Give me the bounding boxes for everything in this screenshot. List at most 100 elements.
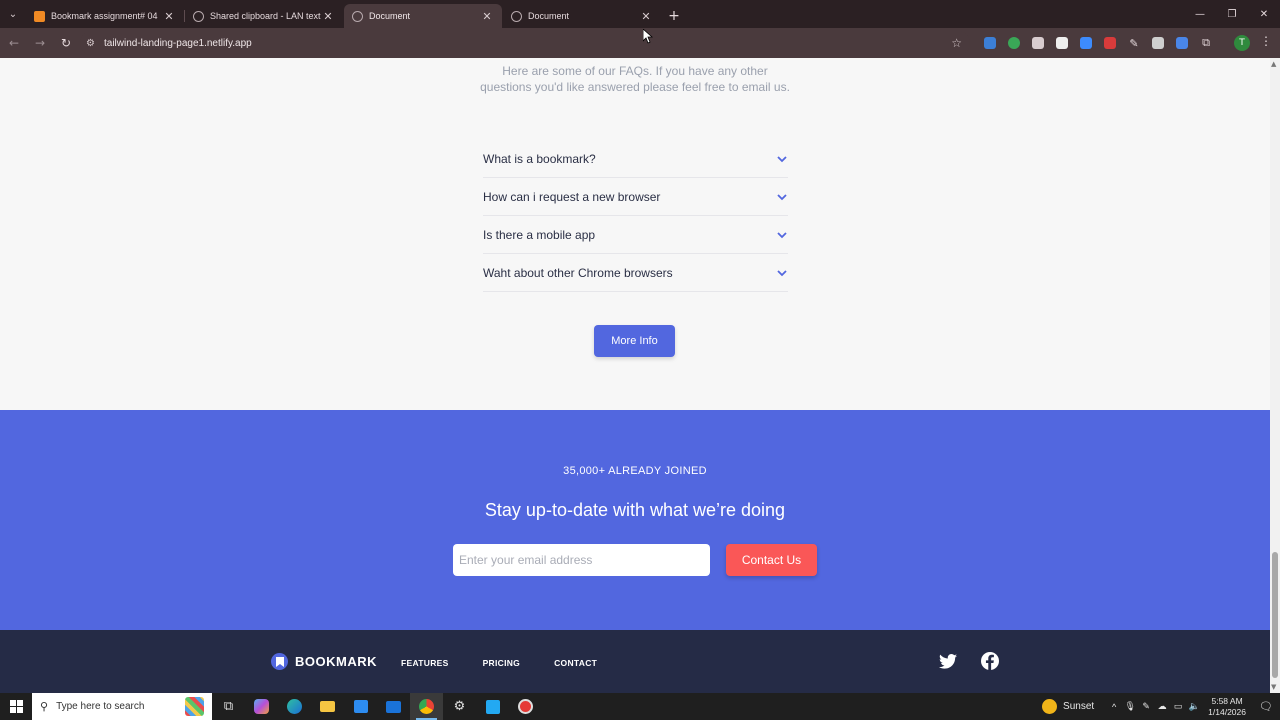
tab-title: Document — [369, 11, 411, 21]
facebook-icon[interactable] — [981, 652, 999, 670]
joined-count-text: 35,000+ ALREADY JOINED — [563, 465, 707, 477]
footer-link-contact[interactable]: CONTACT — [554, 658, 597, 668]
taskbar-search-placeholder: Type here to search — [56, 701, 145, 712]
url-text[interactable]: tailwind-landing-page1.netlify.app — [104, 38, 252, 49]
scroll-up-icon[interactable]: ▲ — [1271, 60, 1276, 68]
minimize-button[interactable]: — — [1184, 0, 1216, 28]
chevron-down-icon[interactable] — [776, 229, 788, 241]
extension-camera-icon[interactable] — [1146, 33, 1170, 53]
extension-book-icon[interactable] — [1170, 33, 1194, 53]
contact-us-button[interactable]: Contact Us — [726, 544, 817, 576]
notification-icon[interactable]: 🗨 — [1256, 700, 1276, 713]
chevron-up-icon[interactable]: ^ — [1106, 702, 1122, 712]
extension-shield-icon[interactable] — [978, 33, 1002, 53]
footer-brand[interactable]: BOOKMARK — [271, 653, 377, 670]
globe-icon — [511, 10, 522, 22]
reload-button[interactable]: ↻ — [54, 31, 78, 55]
faq-question: What is a bookmark? — [483, 151, 596, 166]
faq-question: How can i request a new browser — [483, 189, 661, 204]
chrome-icon[interactable] — [410, 693, 443, 720]
tab-document-active[interactable]: Document ✕ — [344, 4, 502, 28]
pen-tray-icon[interactable]: ✎ — [1138, 701, 1154, 712]
edge-icon[interactable] — [278, 693, 311, 720]
tab-search-icon[interactable]: ⌄ — [0, 0, 26, 28]
extensions-puzzle-icon[interactable]: ⧉ — [1194, 33, 1218, 53]
clock-date: 1/14/2026 — [1208, 706, 1246, 717]
brand-name: BOOKMARK — [295, 654, 377, 669]
sun-icon — [1042, 699, 1058, 714]
faq-item[interactable]: How can i request a new browser — [483, 178, 788, 216]
tab-title: Bookmark assignment# 04 — [51, 11, 158, 21]
tab-bookmark-assignment[interactable]: Bookmark assignment# 04 ✕ — [26, 4, 185, 28]
system-tray: Sunset ^ 🎙 ✎ ☁ ▭ 🔈 5:58 AM 1/14/2026 🗨 — [1042, 693, 1280, 720]
address-bar[interactable]: ⚙ tailwind-landing-page1.netlify.app ☆ — [80, 31, 970, 55]
window-controls: — ❐ ✕ — [1184, 0, 1280, 28]
site-footer: BOOKMARK FEATURES PRICING CONTACT — [0, 630, 1270, 693]
clock-time: 5:58 AM — [1211, 695, 1243, 706]
windows-start-button[interactable] — [0, 693, 32, 720]
extension-green-icon[interactable] — [1002, 33, 1026, 53]
extension-privacy-icon[interactable] — [1026, 33, 1050, 53]
extensions-bar: ✎ ⧉ — [978, 33, 1218, 53]
windows-taskbar: ⚲ Type here to search ⧉ ⚙ Sunset ^ 🎙 ✎ ☁… — [0, 693, 1280, 720]
twitter-icon[interactable] — [939, 652, 957, 670]
footer-link-features[interactable]: FEATURES — [401, 658, 449, 668]
tab-document[interactable]: Document ✕ — [503, 4, 661, 28]
page-scrollbar[interactable]: ▲ ▼ — [1270, 58, 1280, 693]
extension-doc-icon[interactable] — [1050, 33, 1074, 53]
forward-button[interactable]: → — [28, 31, 52, 55]
bookmark-star-icon[interactable]: ☆ — [951, 36, 962, 50]
faq-item[interactable]: Waht about other Chrome browsers — [483, 254, 788, 292]
copilot-icon[interactable] — [245, 693, 278, 720]
newsletter-section: 35,000+ ALREADY JOINED Stay up-to-date w… — [0, 410, 1270, 630]
close-icon[interactable]: ✕ — [321, 10, 335, 23]
browser-menu-icon[interactable]: ⋮ — [1260, 34, 1272, 48]
site-info-icon[interactable]: ⚙ — [86, 38, 104, 49]
extension-pen-icon[interactable]: ✎ — [1122, 33, 1146, 53]
restore-button[interactable]: ❐ — [1216, 0, 1248, 28]
back-button[interactable]: ← — [2, 31, 26, 55]
faq-question: Waht about other Chrome browsers — [483, 265, 673, 280]
microsoft-store-icon[interactable] — [344, 693, 377, 720]
close-icon[interactable]: ✕ — [639, 10, 653, 23]
faq-item[interactable]: Is there a mobile app — [483, 216, 788, 254]
onedrive-icon[interactable]: ☁ — [1154, 701, 1170, 712]
settings-gear-icon[interactable]: ⚙ — [443, 693, 476, 720]
faq-list: What is a bookmark? How can i request a … — [483, 140, 788, 292]
tab-strip: ⌄ Bookmark assignment# 04 ✕ Shared clipb… — [0, 0, 1280, 28]
extension-red-icon[interactable] — [1098, 33, 1122, 53]
tab-title: Document — [528, 11, 570, 21]
search-icon: ⚲ — [40, 701, 49, 713]
profile-avatar[interactable]: T — [1234, 35, 1250, 51]
extension-blue-icon[interactable] — [1074, 33, 1098, 53]
screen-recorder-icon[interactable] — [509, 693, 542, 720]
orange-square-icon — [34, 10, 45, 22]
chevron-down-icon[interactable] — [776, 267, 788, 279]
taskbar-clock[interactable]: 5:58 AM 1/14/2026 — [1208, 696, 1246, 718]
microphone-icon[interactable]: 🎙 — [1122, 701, 1138, 712]
tab-shared-clipboard[interactable]: Shared clipboard - LAN text sh ✕ — [185, 4, 343, 28]
task-view-icon[interactable]: ⧉ — [212, 693, 245, 720]
faq-question: Is there a mobile app — [483, 227, 596, 242]
taskbar-search-box[interactable]: ⚲ Type here to search — [32, 693, 212, 720]
file-explorer-icon[interactable] — [311, 693, 344, 720]
chevron-down-icon[interactable] — [776, 191, 788, 203]
page-viewport: Here are some of our FAQs. If you have a… — [0, 58, 1270, 693]
network-icon[interactable]: ▭ — [1170, 701, 1186, 712]
scroll-down-icon[interactable]: ▼ — [1271, 683, 1276, 691]
footer-link-pricing[interactable]: PRICING — [483, 658, 521, 668]
more-info-button[interactable]: More Info — [594, 325, 675, 357]
scrollbar-thumb[interactable] — [1272, 552, 1278, 678]
close-icon[interactable]: ✕ — [162, 10, 176, 23]
bookmark-logo-icon — [271, 653, 288, 670]
new-tab-button[interactable]: + — [662, 4, 686, 28]
volume-icon[interactable]: 🔈 — [1186, 701, 1202, 712]
weather-widget[interactable]: Sunset — [1042, 699, 1094, 714]
email-input[interactable] — [453, 544, 710, 576]
mail-icon[interactable] — [377, 693, 410, 720]
faq-item[interactable]: What is a bookmark? — [483, 140, 788, 178]
chevron-down-icon[interactable] — [776, 153, 788, 165]
close-window-button[interactable]: ✕ — [1248, 0, 1280, 28]
close-icon[interactable]: ✕ — [480, 10, 494, 23]
vscode-icon[interactable] — [476, 693, 509, 720]
